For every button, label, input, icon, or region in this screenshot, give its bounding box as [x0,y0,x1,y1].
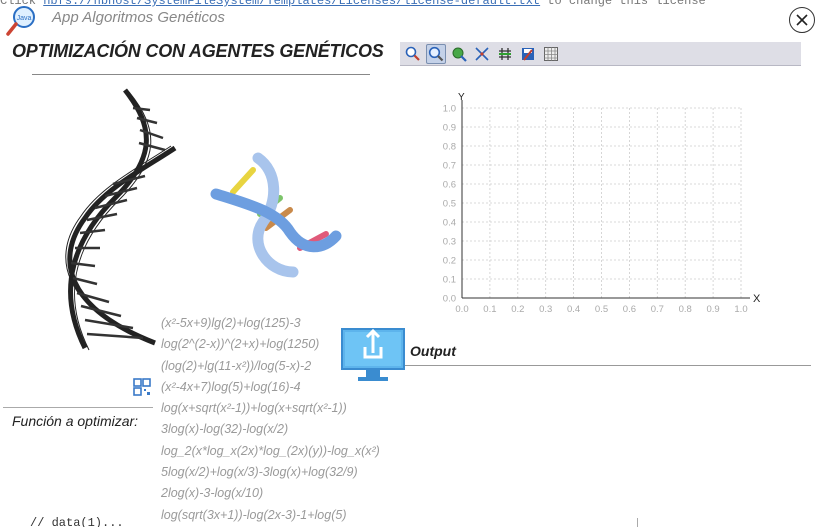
y-tick-label: 0.0 [443,294,456,305]
background-code-line: Click nbfs://nbhost/SystemFileSystem/Tem… [0,0,815,8]
zoom-select-icon [405,46,420,61]
y-tick-label: 0.1 [443,275,456,286]
main-title: OPTIMIZACIÓN CON AGENTES GENÉTICOS [12,41,384,61]
save-icon [522,47,534,61]
output-divider [405,365,811,366]
function-to-optimize-label: Función a optimizar: [12,413,139,429]
y-tick-label: 0.6 [443,180,456,191]
dna-color-icon [208,152,343,282]
close-button[interactable] [789,7,815,33]
zoom-button[interactable] [426,43,446,64]
pan-button[interactable] [449,44,469,64]
y-tick-label: 0.3 [443,237,456,248]
x-tick-label: 0.6 [623,304,636,315]
y-tick-label: 0.7 [443,161,456,172]
x-tick-label: 0.7 [651,304,664,315]
function-item[interactable]: 5log(x/2)+log(x/3)-3log(x)+log(32/9) [161,462,401,483]
function-item[interactable]: log(sqrt(3x+1))-log(2x-3)-1+log(5) [161,505,401,526]
x-tick-label: 0.5 [595,304,608,315]
y-tick-label: 0.2 [443,256,456,267]
zoom-select-button[interactable] [403,44,423,64]
x-tick-label: 1.0 [734,304,747,315]
code-license-link[interactable]: nbfs://nbhost/SystemFileSystem/Templates… [43,0,540,8]
grid-button[interactable] [495,44,515,64]
background-bottom-code: // data(1)... [30,516,124,527]
grid-icon [499,47,511,60]
x-tick-label: 0.1 [483,304,496,315]
table-button[interactable] [541,44,561,64]
function-item[interactable]: 2log(x)-3-log(x/10) [161,483,401,504]
app-search-icon: Java [5,4,39,38]
x-tick-label: 0.4 [567,304,580,315]
y-tick-label: 0.9 [443,123,456,134]
plot-area[interactable]: 0.0 0.1 0.2 0.3 0.4 0.5 0.6 0.7 0.8 0.9 1.0 0.0 0.1 0… [400,88,780,318]
function-item[interactable]: 3log(x)-log(32)-log(x/2) [161,419,401,440]
title-divider [32,74,370,75]
y-tick-label: 1.0 [443,104,456,115]
function-item[interactable]: log(x+sqrt(x²-1))+log(x+sqrt(x²-1)) [161,398,401,419]
x-axis-label: X [753,293,761,305]
save-button[interactable] [518,44,538,64]
output-label: Output [410,343,456,359]
code-suffix: to change this license [547,0,706,8]
fit-icon [475,46,489,61]
y-tick-label: 0.4 [443,218,456,229]
y-tick-label: 0.5 [443,199,456,210]
x-tick-label: 0.9 [706,304,719,315]
bottom-divider [637,518,638,527]
pan-icon [452,47,467,62]
table-icon [544,46,558,61]
app-title: App Algoritmos Genéticos [52,9,225,26]
output-monitor-icon[interactable] [340,323,406,385]
close-icon [796,14,808,26]
y-tick-label: 0.8 [443,142,456,153]
x-tick-label: 0.8 [679,304,692,315]
x-tick-label: 0.3 [539,304,552,315]
qr-grid-icon[interactable] [133,378,151,396]
function-item[interactable]: log_2(x*log_x(2x)*log_(2x)(y))-log_x(x²) [161,441,401,462]
function-divider [3,407,153,408]
fit-button[interactable] [472,44,492,64]
zoom-icon [428,46,444,61]
x-tick-label: 0.0 [455,304,468,315]
svg-text:Java: Java [17,15,32,22]
y-axis-label: Y [458,92,465,103]
chart-toolbar [400,42,801,66]
x-tick-label: 0.2 [511,304,524,315]
